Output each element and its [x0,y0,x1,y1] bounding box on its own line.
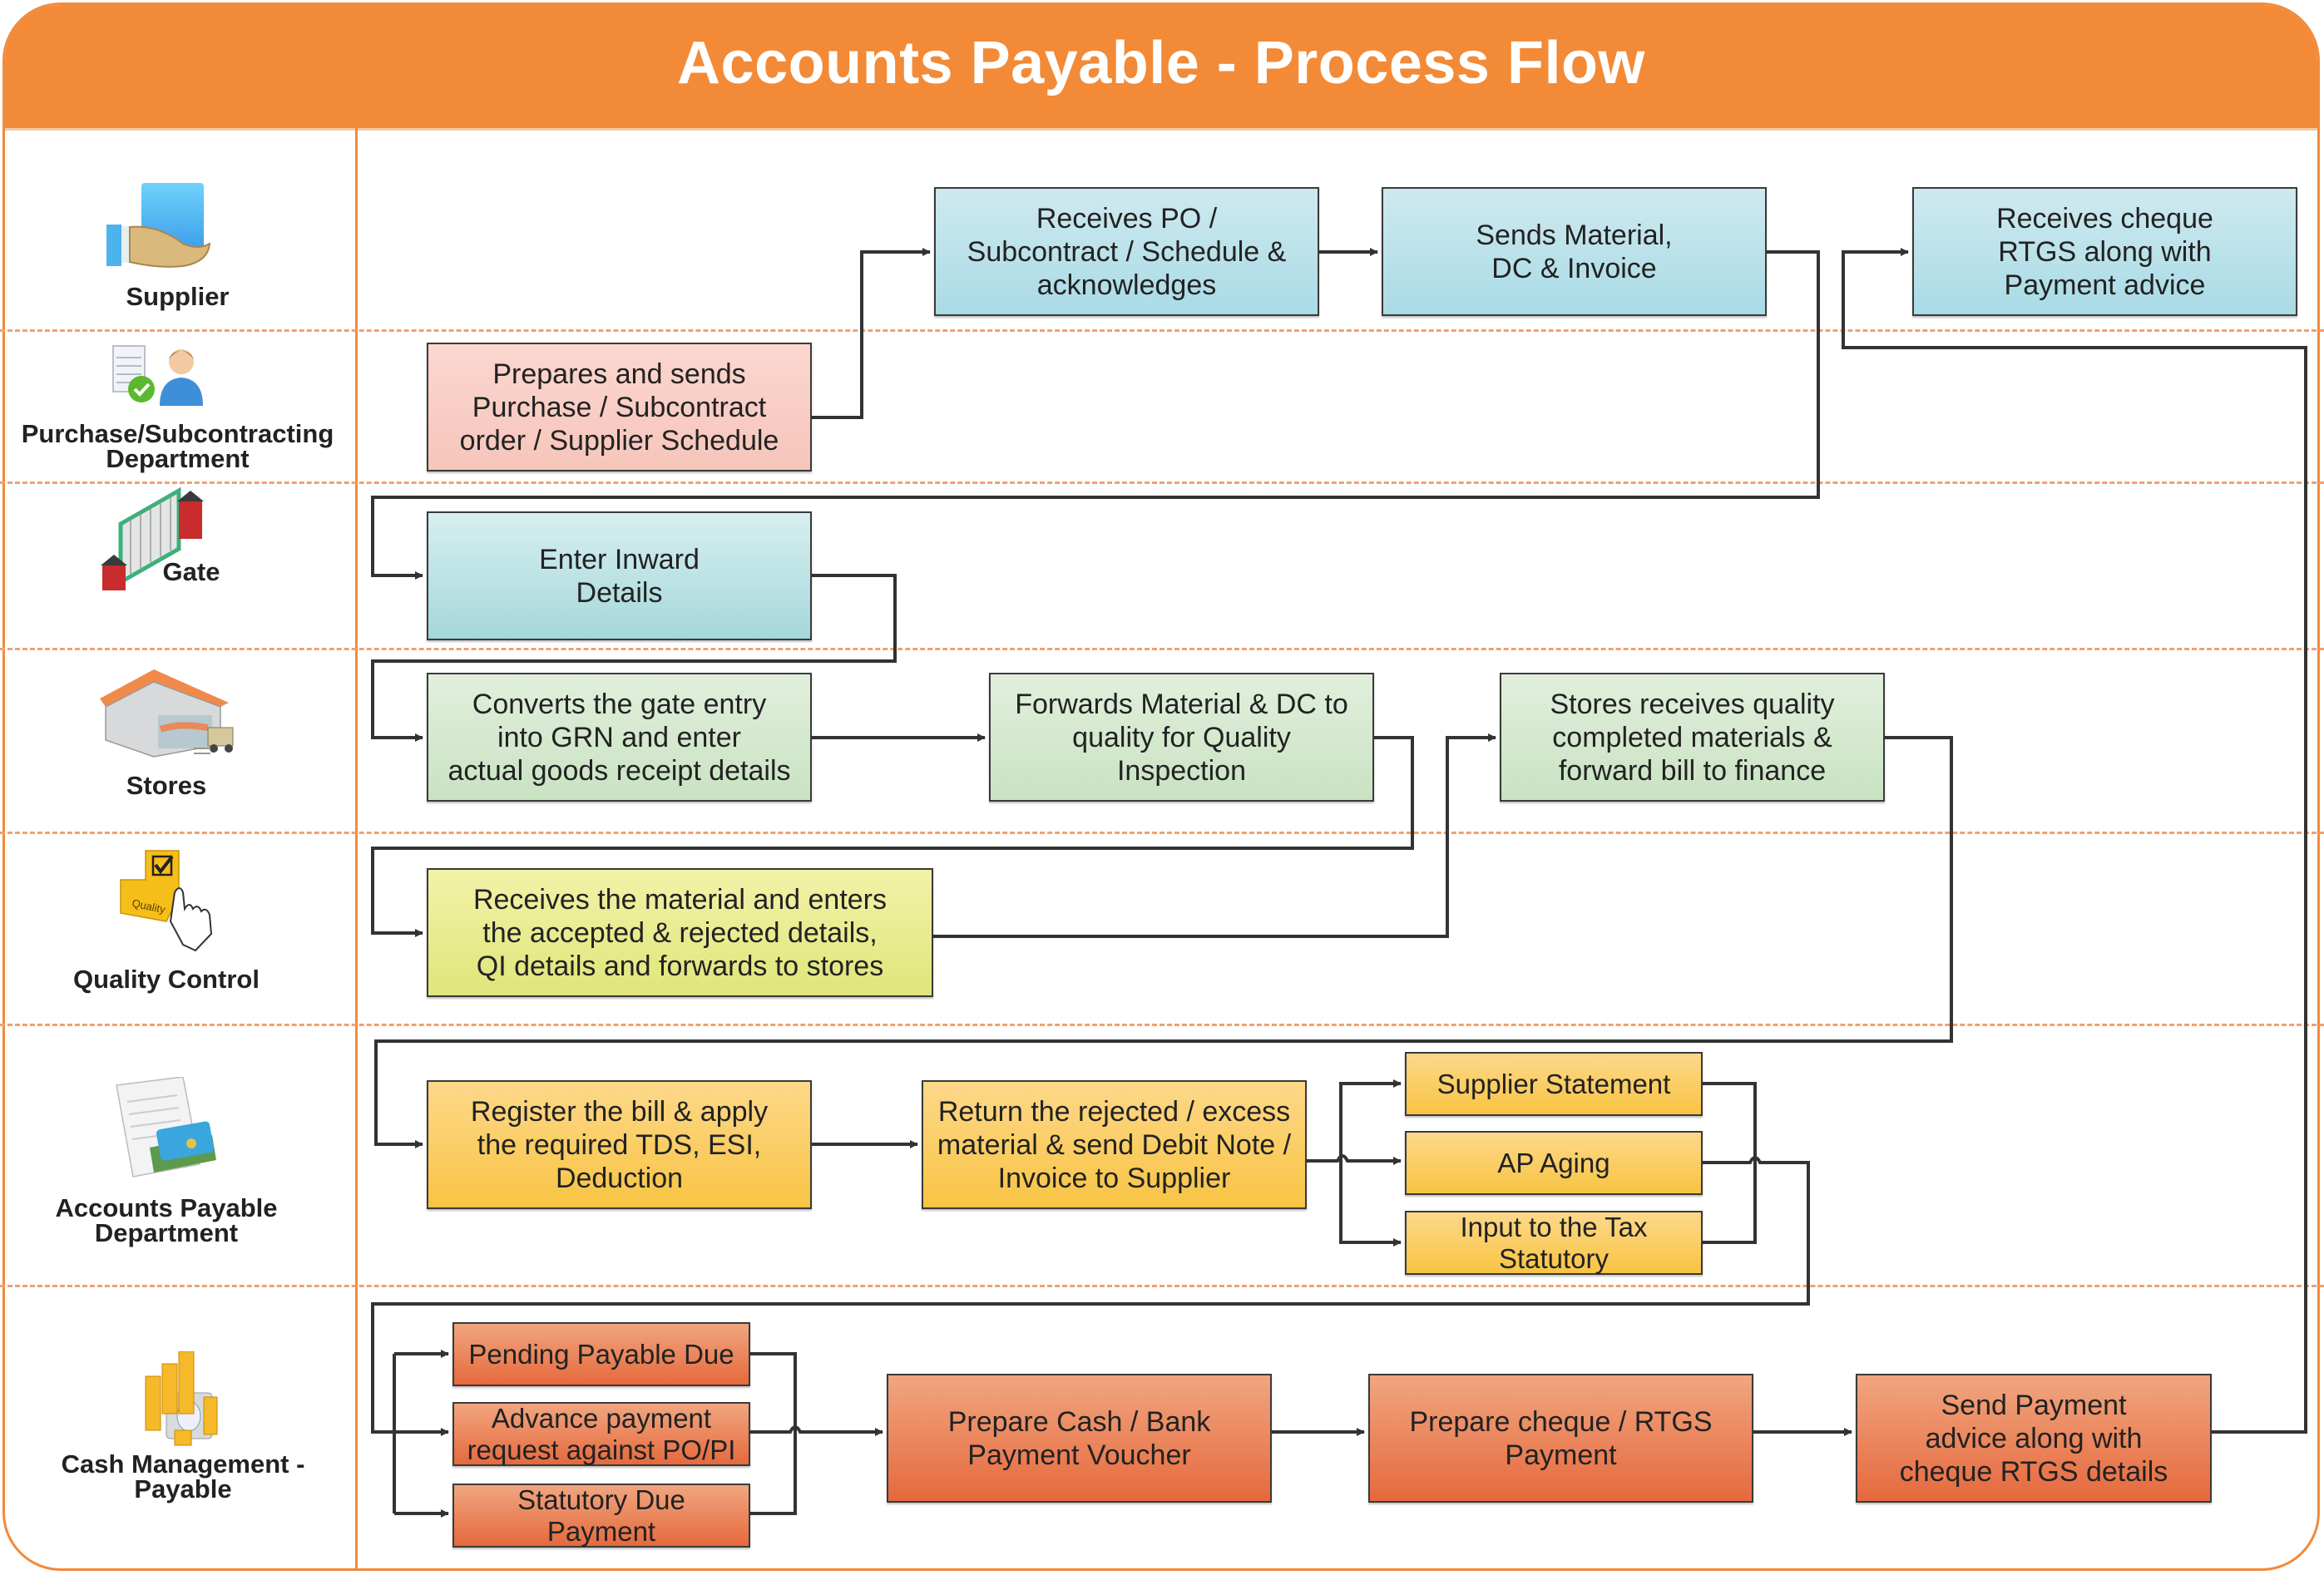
connector [812,248,931,419]
step-advance-payment[interactable]: Advance payment request against PO/PI [452,1402,750,1466]
step-input-tax[interactable]: Input to the Tax Statutory [1405,1211,1703,1275]
step-prepare-cheque[interactable]: Prepare cheque / RTGS Payment [1368,1374,1753,1503]
step-receives-po[interactable]: Receives PO / Subcontract / Schedule & a… [934,187,1319,316]
step-send-advice[interactable]: Send Payment advice along with cheque RT… [1856,1374,2212,1503]
connector [750,1425,883,1436]
connector [1307,1154,1402,1165]
step-supplier-statement[interactable]: Supplier Statement [1405,1052,1703,1116]
step-enter-inward[interactable]: Enter Inward Details [427,511,812,640]
step-return-rejected[interactable]: Return the rejected / excess material & … [922,1080,1307,1209]
step-converts-grn[interactable]: Converts the gate entry into GRN and ent… [427,673,812,802]
step-receives-cheque[interactable]: Receives cheque RTGS along with Payment … [1912,187,2297,316]
step-sends-material[interactable]: Sends Material, DC & Invoice [1382,187,1767,316]
step-forwards-quality[interactable]: Forwards Material & DC to quality for Qu… [989,673,1374,802]
step-stores-receives[interactable]: Stores receives quality completed materi… [1500,673,1885,802]
step-qc-receives[interactable]: Receives the material and enters the acc… [427,868,933,997]
step-statutory-due[interactable]: Statutory Due Payment [452,1484,750,1548]
connector [1339,1082,1401,1244]
step-pending-payable[interactable]: Pending Payable Due [452,1322,750,1386]
connector [1842,248,2307,1434]
step-prepare-voucher[interactable]: Prepare Cash / Bank Payment Voucher [887,1374,1272,1503]
step-register-bill[interactable]: Register the bill & apply the required T… [427,1080,812,1209]
step-ap-aging[interactable]: AP Aging [1405,1131,1703,1195]
step-prepares-po[interactable]: Prepares and sends Purchase / Subcontrac… [427,343,812,472]
